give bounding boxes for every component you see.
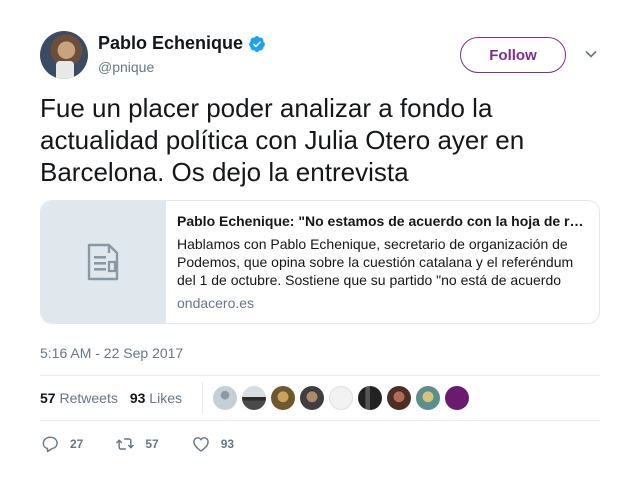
follow-button[interactable]: Follow xyxy=(460,37,566,73)
likes-count: 93 xyxy=(129,390,146,406)
liker-avatar[interactable] xyxy=(357,386,382,410)
likes-stat[interactable]: 93 Likes xyxy=(130,390,182,406)
tweet-actions: 27 57 93 xyxy=(40,434,266,454)
liker-avatar[interactable] xyxy=(299,386,324,410)
link-card[interactable]: Pablo Echenique: "No estamos de acuerdo … xyxy=(40,200,600,324)
stats-bar: 57 Retweets 93 Likes xyxy=(40,375,600,421)
liker-avatar[interactable] xyxy=(386,386,411,410)
heart-icon xyxy=(192,437,209,452)
verified-icon xyxy=(249,35,265,52)
likes-label: Likes xyxy=(149,390,182,406)
like-action[interactable]: 93 xyxy=(191,434,234,454)
document-icon xyxy=(87,243,119,281)
tweet-text: Fue un placer poder analizar a fondo la … xyxy=(40,93,525,187)
likers-avatars xyxy=(212,386,469,410)
chevron-down-icon[interactable] xyxy=(584,47,598,61)
liker-avatar[interactable] xyxy=(328,386,353,410)
retweet-action[interactable]: 57 xyxy=(115,434,159,454)
user-name[interactable]: Pablo Echenique xyxy=(98,33,243,54)
reply-icon xyxy=(42,436,58,453)
liker-avatar[interactable] xyxy=(444,386,469,410)
retweets-count: 57 xyxy=(40,390,56,406)
card-description: Hablamos con Pablo Echenique, secretario… xyxy=(177,236,574,288)
name-row: Pablo Echenique xyxy=(98,33,266,54)
liker-avatar[interactable] xyxy=(415,386,440,410)
reply-count: 27 xyxy=(70,437,84,451)
user-handle[interactable]: @pnique xyxy=(98,59,154,75)
retweet-count: 57 xyxy=(145,437,159,451)
card-body: Pablo Echenique: "No estamos de acuerdo … xyxy=(166,201,599,323)
liker-avatar[interactable] xyxy=(270,386,295,410)
stats-divider xyxy=(201,382,203,414)
avatar[interactable] xyxy=(40,31,88,79)
tweet-timestamp[interactable]: 5:16 AM - 22 Sep 2017 xyxy=(40,345,183,361)
reply-action[interactable]: 27 xyxy=(40,434,83,454)
card-domain: ondacero.es xyxy=(177,295,255,311)
tweet-header: Pablo Echenique @pnique Follow xyxy=(40,31,600,79)
card-title: Pablo Echenique: "No estamos de acuerdo … xyxy=(177,213,587,229)
like-count: 93 xyxy=(220,437,235,451)
card-thumbnail[interactable] xyxy=(41,201,166,323)
retweets-label: Retweets xyxy=(59,390,118,406)
liker-avatar[interactable] xyxy=(212,386,237,410)
retweet-icon xyxy=(116,438,135,450)
retweets-stat[interactable]: 57 Retweets xyxy=(40,390,118,406)
liker-avatar[interactable] xyxy=(241,386,266,410)
